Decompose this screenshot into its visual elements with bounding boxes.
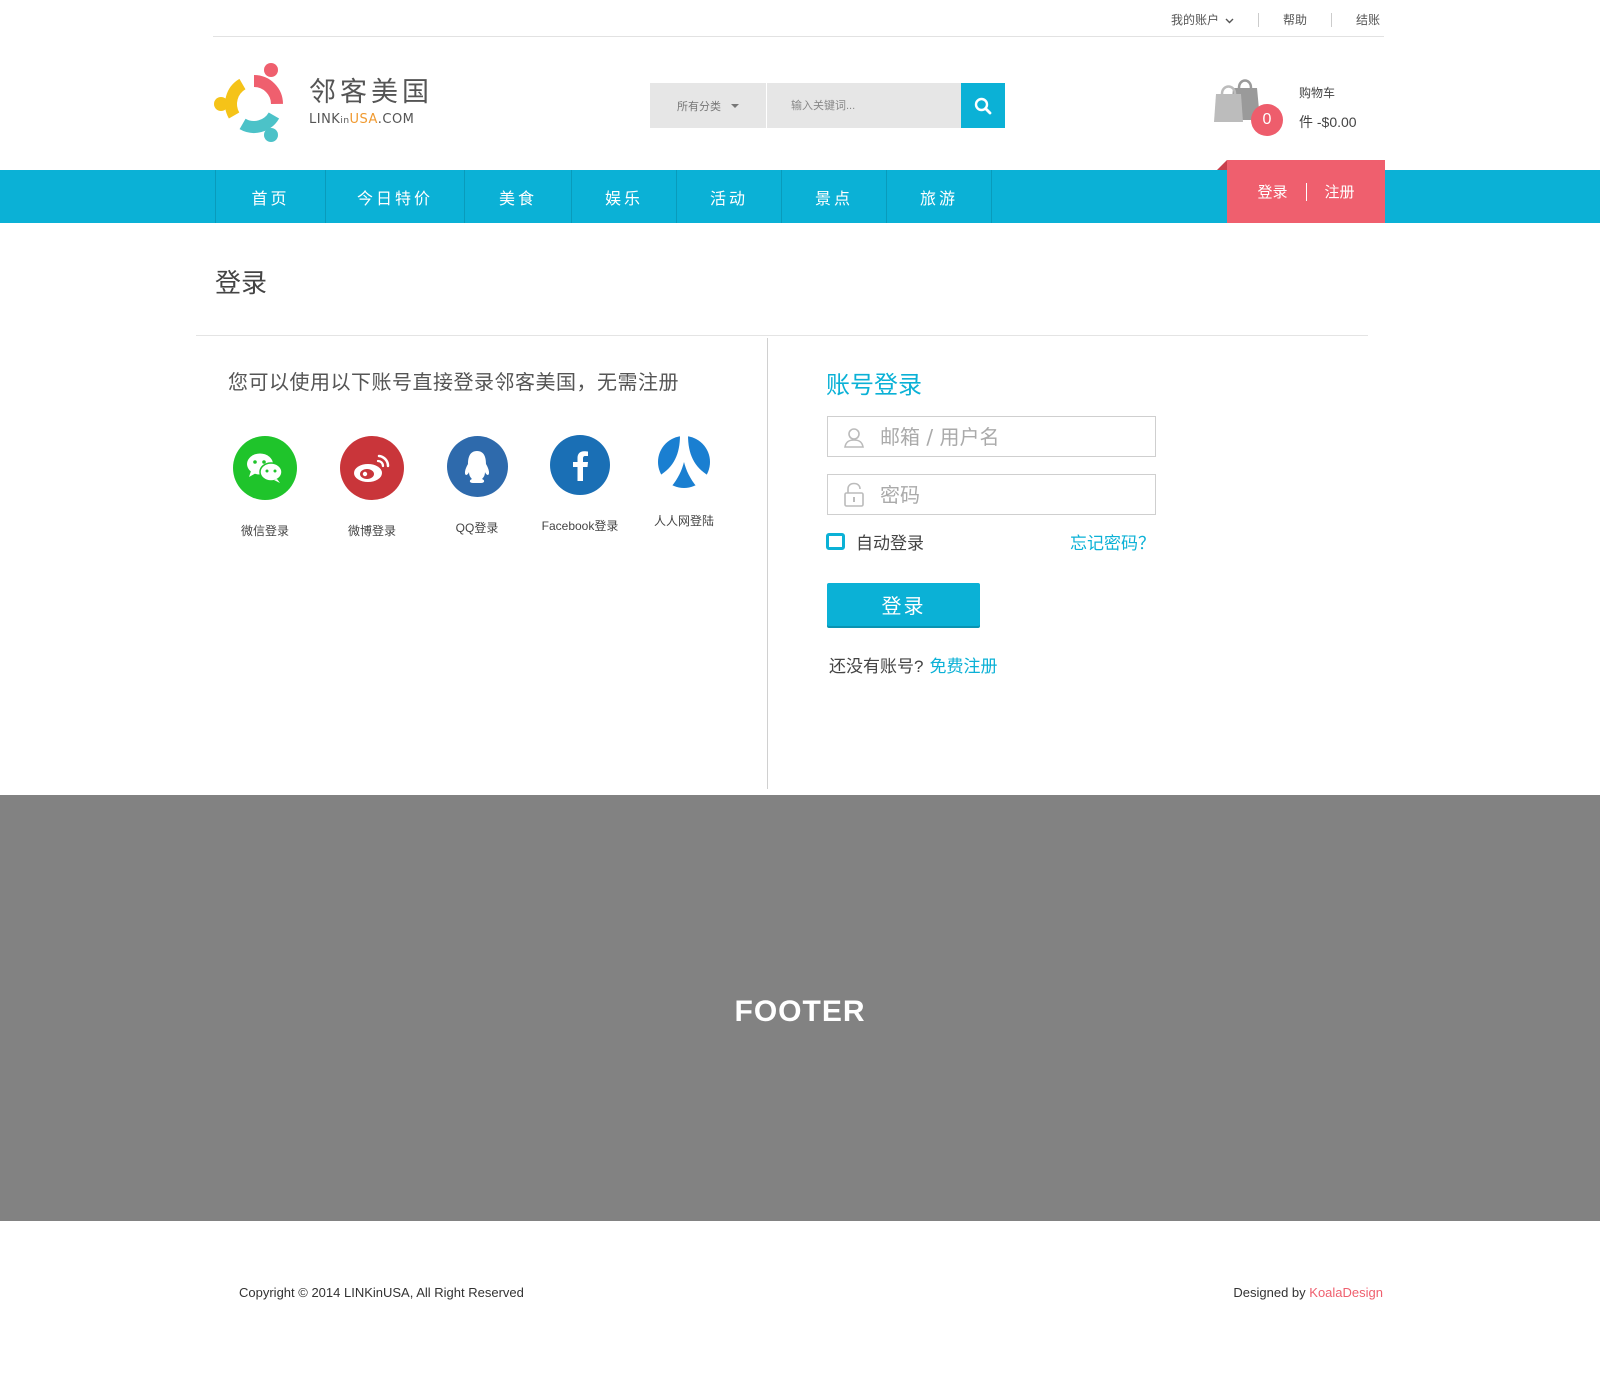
top-utility-bar: 我的账户 帮助 结账: [213, 0, 1384, 37]
username-input[interactable]: [874, 417, 1155, 456]
copyright-text: Copyright © 2014 LINKinUSA, All Right Re…: [239, 1285, 524, 1300]
facebook-icon: [550, 435, 610, 495]
divider: [1257, 12, 1259, 27]
remember-me[interactable]: 自动登录: [826, 529, 924, 554]
auth-box: 登录 注册: [1217, 160, 1385, 223]
ribbon-fold: [1217, 160, 1227, 170]
designed-by: Designed by KoalaDesign: [1233, 1285, 1383, 1300]
weibo-login-button[interactable]: 微博登录: [322, 436, 422, 539]
lock-icon: [834, 482, 874, 508]
register-prompt: 还没有账号? 免费注册: [829, 652, 997, 677]
wechat-icon: [233, 436, 297, 500]
account-login-title: 账号登录: [826, 372, 922, 399]
qq-icon: [446, 436, 508, 497]
site-logo[interactable]: 邻客美国 LINKinUSA.COM: [213, 61, 433, 143]
search-bar: 所有分类: [650, 83, 1005, 128]
wechat-login-button[interactable]: 微信登录: [215, 436, 315, 539]
chevron-down-icon: [1225, 13, 1234, 27]
no-account-text: 还没有账号?: [829, 657, 924, 676]
user-icon: [834, 426, 874, 448]
divider: [1305, 182, 1307, 201]
nav-item-entertainment[interactable]: 娱乐: [572, 170, 677, 223]
column-divider: [767, 338, 768, 789]
facebook-login-label: Facebook登录: [541, 519, 619, 533]
cart-widget[interactable]: 0 购物车 件 -$0.00: [1213, 72, 1363, 138]
weibo-icon: [340, 436, 404, 500]
forgot-password-link[interactable]: 忘记密码？: [1070, 529, 1155, 554]
renren-login-button[interactable]: 人人网登陆: [634, 434, 734, 529]
divider: [196, 335, 1368, 336]
nav-item-attractions[interactable]: 景点: [782, 170, 887, 223]
nav-item-travel[interactable]: 旅游: [887, 170, 992, 223]
free-register-link[interactable]: 免费注册: [929, 657, 997, 676]
qq-login-button[interactable]: QQ登录: [427, 436, 527, 536]
nav-items: 首页 今日特价 美食 娱乐 活动 景点 旅游: [215, 170, 992, 223]
logo-text: 邻客美国 LINKinUSA.COM: [309, 76, 433, 127]
my-account-label: 我的账户: [1170, 13, 1219, 27]
login-button[interactable]: 登录: [827, 583, 980, 626]
cart-title: 购物车: [1299, 86, 1336, 100]
facebook-login-button[interactable]: Facebook登录: [530, 435, 630, 534]
nav-item-events[interactable]: 活动: [677, 170, 782, 223]
search-icon: [974, 97, 992, 114]
renren-login-label: 人人网登陆: [653, 514, 714, 528]
cart-count-badge: 0: [1251, 104, 1283, 136]
password-field[interactable]: [827, 474, 1156, 515]
username-field[interactable]: [827, 416, 1156, 457]
top-links: 我的账户 帮助 结账: [1171, 11, 1380, 28]
search-input[interactable]: [767, 83, 961, 128]
header-login-link[interactable]: 登录: [1257, 181, 1287, 202]
divider: [1330, 12, 1332, 27]
weibo-login-label: 微博登录: [347, 524, 396, 538]
footer-label: FOOTER: [734, 995, 866, 1028]
wechat-login-label: 微信登录: [240, 524, 289, 538]
page-title: 登录: [215, 268, 268, 298]
category-select[interactable]: 所有分类: [650, 83, 767, 128]
designed-by-text: Designed by: [1233, 1285, 1310, 1300]
caret-down-icon: [731, 103, 739, 108]
header-register-link[interactable]: 注册: [1325, 181, 1355, 202]
renren-icon: [656, 434, 712, 490]
cart-amount: 件 -$0.00: [1299, 114, 1357, 130]
social-login-title: 您可以使用以下账号直接登录邻客美国，无需注册: [228, 372, 679, 394]
nav-item-deals[interactable]: 今日特价: [326, 170, 465, 223]
checkout-link[interactable]: 结账: [1356, 11, 1380, 28]
my-account-link[interactable]: 我的账户: [1171, 11, 1234, 28]
designer-link[interactable]: KoalaDesign: [1309, 1285, 1383, 1300]
qq-login-label: QQ登录: [455, 521, 499, 535]
password-input[interactable]: [874, 475, 1155, 514]
logo-mark-icon: [214, 63, 283, 142]
search-button[interactable]: [961, 83, 1005, 128]
remember-checkbox[interactable]: [826, 533, 845, 550]
logo-cn: 邻客美国: [309, 76, 433, 108]
logo-en: LINKinUSA.COM: [309, 111, 415, 127]
nav-item-food[interactable]: 美食: [465, 170, 572, 223]
footer: FOOTER: [0, 795, 1600, 1221]
nav-item-home[interactable]: 首页: [216, 170, 326, 223]
help-link[interactable]: 帮助: [1283, 11, 1307, 28]
remember-label: 自动登录: [856, 534, 924, 553]
category-label: 所有分类: [677, 100, 721, 113]
